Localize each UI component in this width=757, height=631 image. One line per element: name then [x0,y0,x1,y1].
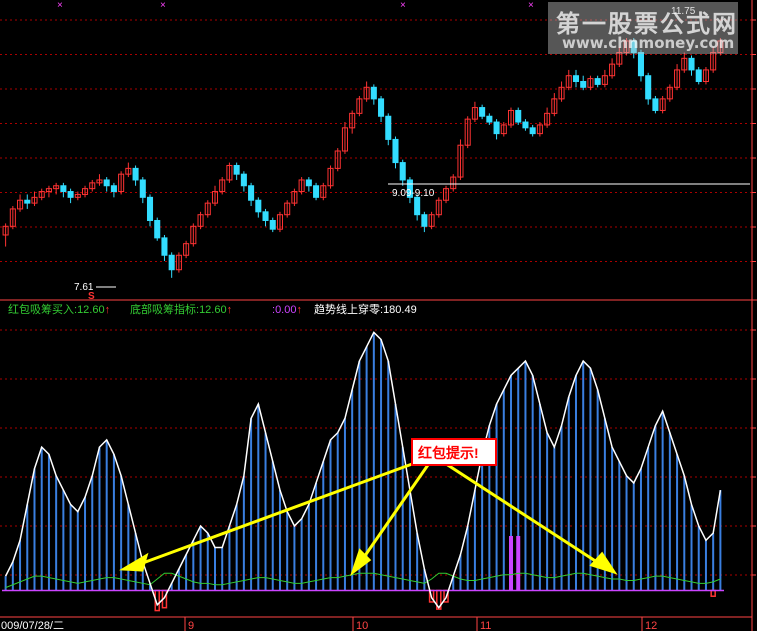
candle-down [630,40,637,54]
green-line [5,572,721,589]
legend-item-3: :0.00↑ [272,304,302,316]
grid-lines [0,19,752,576]
candle-down [522,121,529,129]
candle-down [378,98,385,117]
candle-down [688,57,695,71]
candle-down [529,127,536,135]
candle-down [652,98,659,111]
candle-down [385,115,392,140]
magenta-bar [509,535,514,591]
candle-down [392,138,399,164]
candle-down [139,179,146,198]
candle-down [399,162,406,181]
candle-down [60,185,67,193]
candle-down [255,199,262,213]
high-price-label: 11.75 [671,6,696,17]
candle-down [414,196,421,216]
x-tick-10: 10 [356,620,368,631]
candle-down [103,179,110,187]
candle-down [486,115,493,123]
legend-item-4: 趋势线上穿零:180.49 [314,302,417,316]
candle-down [248,185,255,201]
candle-down [370,86,377,100]
candle-down [161,237,168,256]
candle-down [515,109,522,123]
candle-down [24,199,31,204]
candle-down [594,78,601,85]
date-label: 009/07/28/二 [1,620,64,631]
marker-2: × [160,0,166,11]
candle-down [154,220,161,239]
chart-canvas: × × × × 7.61 S 11.75 9.09-9.10 红包吸筹买入:12… [0,0,757,631]
candle-down [305,179,312,187]
candle-down [479,107,486,117]
wave-line [4,331,722,609]
marker-4: × [528,0,534,11]
legend-item-2: 底部吸筹指标:12.60↑ [130,302,232,316]
indicator-series [2,331,724,612]
candle-down [132,167,139,181]
legend-item-1: 红包吸筹买入:12.60↑ [8,302,110,316]
candle-down [645,75,652,100]
arrowhead-3 [589,551,618,575]
x-tick-11: 11 [480,620,491,631]
candle-down [146,196,154,221]
candle-down [233,164,240,175]
s-signal-marker: S [88,291,95,302]
candle-down [240,173,247,187]
candle-down [313,185,320,198]
candle-down [110,185,117,193]
candle-down [637,52,644,77]
candle-down [67,191,74,198]
callout-text: 红包提示! [418,445,479,461]
magenta-bar [516,535,521,591]
marker-1: × [57,0,63,11]
support-range-label: 9.09-9.10 [392,188,435,199]
x-tick-12: 12 [645,620,657,631]
x-tick-9: 9 [188,620,194,631]
candle-down [168,254,175,271]
candle-down [269,220,276,230]
marker-3: × [400,0,406,11]
candle-down [580,81,587,88]
candle-down [695,69,702,82]
candle-down [572,75,580,83]
candle-down [493,121,500,135]
candle-down [262,211,269,221]
red-signal-bar [710,589,716,597]
candle-down [421,214,428,227]
